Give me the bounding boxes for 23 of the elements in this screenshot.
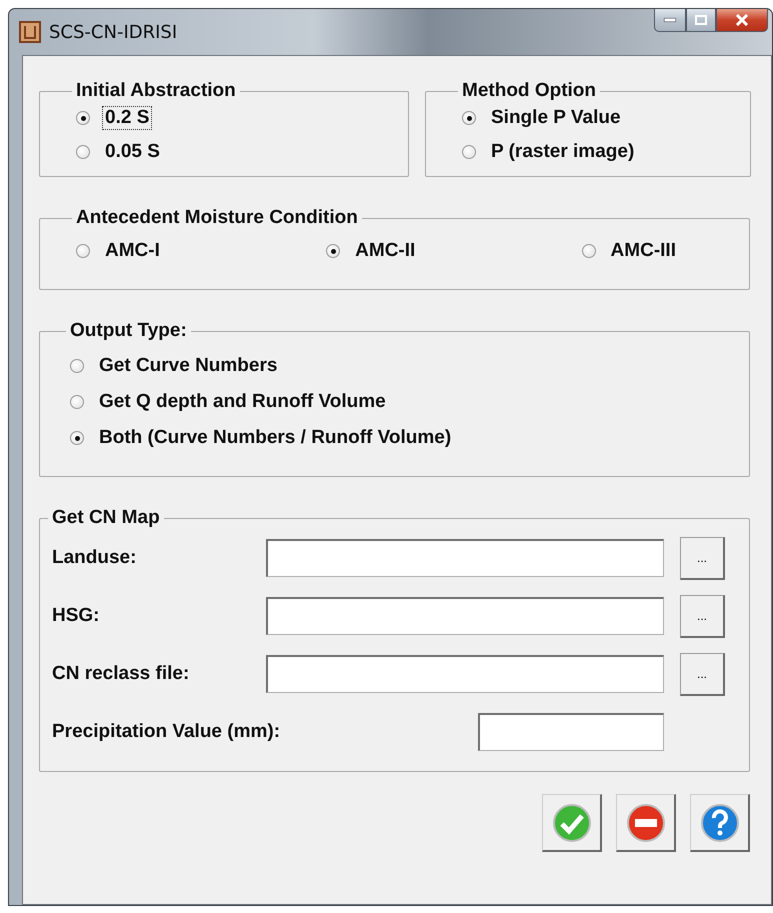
field-label: CN reclass file: <box>52 663 190 685</box>
radio-option[interactable]: 0.05 S <box>76 140 388 164</box>
group-title: Method Option <box>461 80 598 102</box>
group-title: Initial Abstraction <box>75 80 237 102</box>
window-title: SCS-CN-IDRISI <box>49 22 178 42</box>
radio-option[interactable]: 0.2 S <box>76 106 388 130</box>
radio-option[interactable]: Single P Value <box>462 106 730 130</box>
radio-option[interactable]: AMC-II <box>326 239 418 263</box>
group-title: Antecedent Moisture Condition <box>75 207 359 229</box>
browse-button[interactable]: ... <box>680 536 725 580</box>
field-label: Landuse: <box>52 547 138 569</box>
radio-option[interactable]: AMC-III <box>582 239 679 263</box>
radio-option[interactable]: Both (Curve Numbers / Runoff Volume) <box>70 426 719 450</box>
radio-option[interactable]: P (raster image) <box>462 140 730 164</box>
radio-option[interactable]: Get Curve Numbers <box>70 354 719 378</box>
group-title: Output Type: <box>69 320 188 342</box>
field-label: HSG: <box>52 605 100 627</box>
group-title: Get CN Map <box>51 507 161 529</box>
browse-button[interactable]: ... <box>680 594 725 638</box>
field-label: Precipitation Value (mm): <box>52 721 282 743</box>
radio-option[interactable]: AMC-I <box>76 239 163 263</box>
radio-option[interactable]: Get Q depth and Runoff Volume <box>70 390 719 414</box>
browse-button[interactable]: ... <box>680 652 725 696</box>
